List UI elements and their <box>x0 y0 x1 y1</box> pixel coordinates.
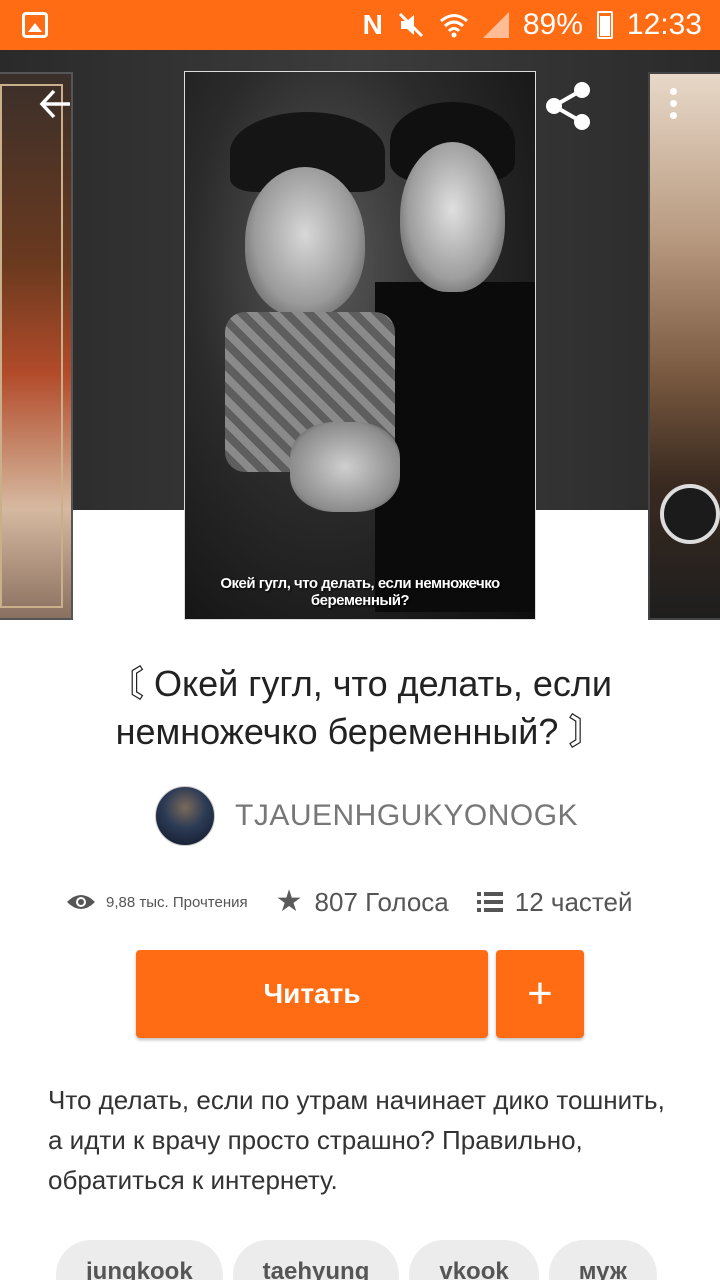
list-icon <box>476 892 503 912</box>
nfc-icon: N <box>362 9 383 40</box>
share-icon[interactable] <box>542 80 594 132</box>
cover-next[interactable] <box>648 72 720 620</box>
cover-image[interactable]: Окей гугл, что делать, если немножечко б… <box>184 71 536 620</box>
cover-frame <box>0 84 63 608</box>
plus-icon: + <box>527 969 553 1018</box>
status-icons: N 89% 12:33 <box>363 0 702 50</box>
cover-figure <box>290 422 400 512</box>
eye-icon <box>67 895 95 909</box>
stats-row: 9,88 тыс. Прочтения ★ 807 Голоса 12 част… <box>66 880 633 924</box>
story-title: 〘 Окей гугл, что делать, если немножечко… <box>107 663 613 752</box>
star-icon: ★ <box>275 885 303 918</box>
status-bar: N 89% 12:33 <box>0 0 720 50</box>
tag-chip[interactable]: муж <box>548 1240 657 1280</box>
clock: 12:33 <box>626 8 702 41</box>
reads-count: 9,88 тыс. Прочтения <box>106 893 248 911</box>
author-row[interactable]: TJAUENHGUKYONOGK <box>155 786 578 846</box>
tag-chip[interactable]: taehyung <box>232 1240 400 1280</box>
votes-stat: ★ 807 Голоса <box>276 887 449 918</box>
author-name[interactable]: TJAUENHGUKYONOGK <box>235 799 578 833</box>
votes-count: 807 Голоса <box>314 886 449 917</box>
tag-chip[interactable]: jungkook <box>56 1240 223 1280</box>
cover-figure <box>245 167 365 317</box>
mute-icon <box>398 12 423 38</box>
cover-caption: Окей гугл, что делать, если немножечко б… <box>220 575 500 609</box>
battery-percent: 89% <box>522 8 583 41</box>
cover-previous[interactable] <box>0 72 73 620</box>
back-arrow-icon[interactable] <box>36 86 76 126</box>
cover-figure <box>375 282 535 612</box>
parts-count[interactable]: 12 частей <box>515 887 633 918</box>
gallery-icon <box>22 12 48 38</box>
wifi-icon <box>439 14 468 38</box>
signal-icon <box>482 12 509 38</box>
add-to-library-button[interactable]: + <box>496 950 584 1038</box>
tag-chip[interactable]: vkook <box>409 1240 539 1280</box>
reads-stat: 9,88 тыс. Прочтения <box>66 893 248 911</box>
story-description: Что делать, если по утрам начинает дико … <box>48 1085 665 1195</box>
tag-list: jungkook taehyung vkook муж <box>56 1240 688 1280</box>
parts-stat[interactable]: 12 частей <box>476 887 633 918</box>
read-button[interactable]: Читать <box>136 950 488 1038</box>
battery-icon <box>596 11 613 39</box>
more-vert-icon[interactable] <box>662 84 684 128</box>
avatar[interactable] <box>155 786 215 846</box>
cover-figure <box>400 142 505 292</box>
cover-logo <box>660 484 720 544</box>
